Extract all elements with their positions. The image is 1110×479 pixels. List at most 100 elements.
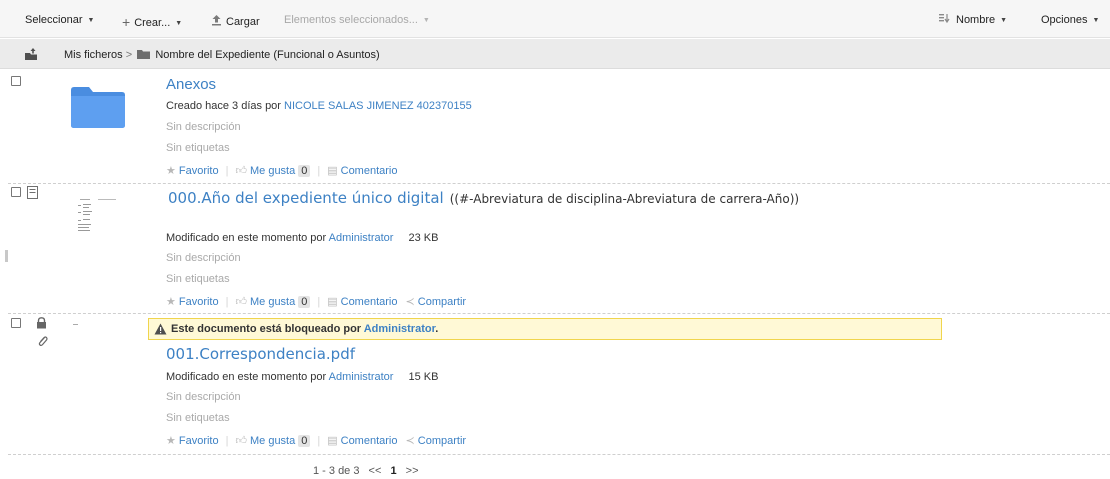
divider [8, 454, 1110, 455]
breadcrumb-separator: > [125, 49, 133, 61]
file-size: 15 KB [408, 371, 439, 383]
favorite-label: Favorito [178, 435, 219, 447]
select-menu-button[interactable]: Seleccionar ▼ [25, 14, 94, 26]
parent-folder-button[interactable] [24, 47, 38, 64]
folder-icon [71, 87, 125, 128]
share-icon: ≺ [405, 296, 415, 308]
selected-items-menu[interactable]: Elementos seleccionados... ▼ [284, 14, 430, 26]
lock-notice: Este documento está bloqueado por Admini… [148, 318, 942, 340]
item-meta-prefix: Modificado en este momento por [166, 371, 327, 383]
star-icon: ★ [166, 165, 176, 177]
create-menu-label: Crear... [134, 17, 171, 29]
options-menu-button[interactable]: Opciones ▼ [1041, 14, 1099, 26]
thumbs-up-icon: 👍︎ [235, 435, 247, 447]
author-link[interactable]: NICOLE SALAS JIMENEZ 402370155 [284, 100, 472, 112]
author-link[interactable]: Administrator [329, 232, 394, 244]
divider: | [225, 435, 229, 447]
comment-icon: ▤ [327, 296, 338, 308]
comment-label: Comentario [340, 296, 398, 308]
divider: | [225, 165, 229, 177]
favorite-button[interactable]: ★ Favorito [166, 165, 219, 177]
previous-page-link[interactable]: << [369, 465, 382, 477]
item-actions: ★ Favorito | 👍︎ Me gusta 0 | ▤ Comentario ≺ Compa… [166, 434, 466, 447]
comment-button[interactable]: ▤ Comentario [327, 435, 397, 447]
item-actions: ★ Favorito | 👍︎ Me gusta 0 | ▤ Comentario ≺ Compa… [166, 295, 466, 308]
upload-icon [212, 15, 221, 26]
like-count: 0 [298, 165, 311, 177]
file-size: 23 KB [408, 232, 439, 244]
comment-button[interactable]: ▤ Comentario [327, 165, 397, 177]
chevron-down-icon: ▼ [175, 20, 183, 27]
item-description: Sin descripción [166, 391, 241, 403]
sort-icon [939, 14, 950, 24]
item-meta-prefix: Creado hace 3 días por [166, 100, 281, 112]
select-menu-label: Seleccionar [25, 14, 83, 26]
like-button[interactable]: 👍︎ Me gusta [235, 296, 295, 308]
scrollbar-handle[interactable] [5, 250, 8, 262]
item-meta-prefix: Modificado en este momento por [166, 232, 327, 244]
item-tags: Sin etiquetas [166, 273, 230, 285]
document-icon [27, 186, 38, 199]
warning-icon [154, 323, 167, 335]
share-button[interactable]: ≺ Compartir [406, 296, 467, 308]
like-label: Me gusta [249, 435, 296, 447]
item-title-suffix: ((#-Abreviatura de disciplina-Abreviatur… [449, 192, 800, 206]
item-title-link[interactable]: Anexos [166, 76, 216, 93]
item-tags: Sin etiquetas [166, 412, 230, 424]
select-checkbox[interactable] [11, 76, 21, 86]
pagination: 1 - 3 de 3 << 1 >> [313, 465, 419, 477]
star-icon: ★ [166, 435, 176, 447]
favorite-label: Favorito [178, 296, 219, 308]
pagination-range: 1 - 3 de 3 [313, 465, 360, 477]
upload-button[interactable]: Cargar [211, 14, 260, 28]
item-title: 000.Año del expediente único digital ((#… [168, 189, 799, 207]
thumbs-up-icon: 👍︎ [235, 165, 247, 177]
create-menu-button[interactable]: + Crear... ▼ [122, 14, 182, 30]
comment-label: Comentario [340, 165, 398, 177]
upload-label: Cargar [226, 16, 260, 28]
author-link[interactable]: Administrator [329, 371, 394, 383]
star-icon: ★ [166, 296, 176, 308]
like-label: Me gusta [249, 165, 296, 177]
item-description: Sin descripción [166, 252, 241, 264]
divider: | [317, 296, 321, 308]
item-title-link[interactable]: 000.Año del expediente único digital [168, 189, 444, 207]
favorite-button[interactable]: ★ Favorito [166, 435, 219, 447]
chevron-down-icon: ▼ [87, 17, 95, 24]
comment-button[interactable]: ▤ Comentario [327, 296, 397, 308]
like-count: 0 [298, 435, 311, 447]
item-meta: Modificado en este momento por Administr… [166, 232, 438, 244]
thumbs-up-icon: 👍︎ [235, 296, 247, 308]
divider: | [225, 296, 229, 308]
next-page-link[interactable]: >> [406, 465, 419, 477]
item-meta: Creado hace 3 días por NICOLE SALAS JIME… [166, 100, 472, 112]
folder-up-icon [25, 48, 37, 60]
pdf-thumbnail [73, 324, 78, 325]
lock-icon [37, 317, 46, 329]
item-title-link[interactable]: 001.Correspondencia.pdf [166, 345, 355, 363]
sort-menu-button[interactable]: Nombre ▼ [939, 14, 1007, 26]
share-icon: ≺ [405, 435, 415, 447]
breadcrumb: Mis ficheros > Nombre del Expediente (Fu… [0, 39, 1110, 69]
share-button[interactable]: ≺ Compartir [406, 435, 467, 447]
lock-notice-suffix: . [435, 323, 439, 335]
options-label: Opciones [1041, 14, 1088, 26]
select-checkbox[interactable] [11, 187, 21, 197]
like-button[interactable]: 👍︎ Me gusta [235, 165, 295, 177]
divider [8, 183, 1110, 184]
favorite-button[interactable]: ★ Favorito [166, 296, 219, 308]
item-tags: Sin etiquetas [166, 142, 230, 154]
like-button[interactable]: 👍︎ Me gusta [235, 435, 295, 447]
breadcrumb-root-link[interactable]: Mis ficheros [64, 49, 123, 61]
share-label: Compartir [417, 296, 467, 308]
select-checkbox[interactable] [11, 318, 21, 328]
like-label: Me gusta [249, 296, 296, 308]
folder-icon [137, 50, 151, 59]
comment-icon: ▤ [327, 435, 338, 447]
share-label: Compartir [417, 435, 467, 447]
divider [8, 313, 1110, 314]
lock-owner-link[interactable]: Administrator [364, 323, 436, 335]
item-actions: ★ Favorito | 👍︎ Me gusta 0 | ▤ Comentario [166, 164, 397, 177]
attachment-icon [38, 336, 48, 347]
sort-label: Nombre [956, 14, 996, 26]
